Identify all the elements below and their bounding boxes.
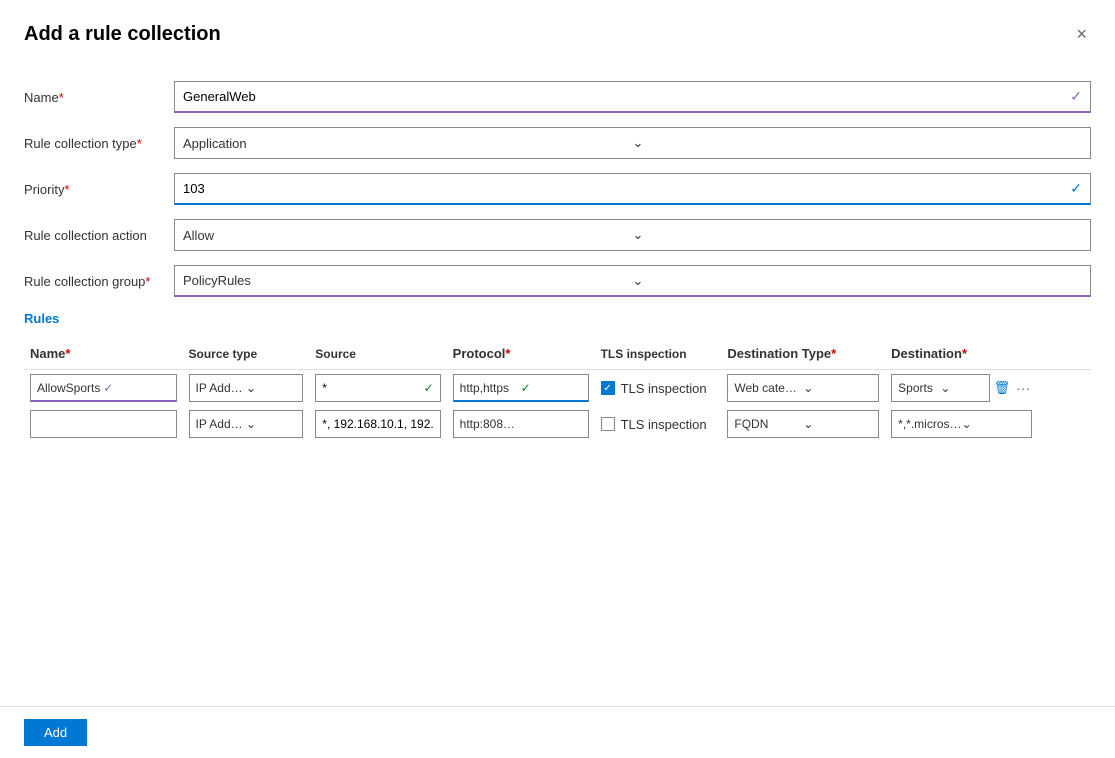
tls-inspection-cell: TLS inspection — [601, 381, 716, 396]
destination-type-dropdown[interactable]: Web categories...⌄ — [727, 374, 879, 402]
priority-input-wrapper: ✓ — [174, 173, 1091, 205]
rule-collection-type-label: Rule collection type* — [24, 136, 174, 151]
destination-type-dropdown[interactable]: FQDN⌄ — [727, 410, 879, 438]
name-check-icon: ✓ — [1070, 88, 1082, 105]
rule-collection-type-chevron: ⌄ — [633, 135, 1083, 151]
rule-collection-action-chevron: ⌄ — [633, 227, 1083, 243]
col-header-destination: Destination* — [885, 342, 1038, 370]
rule-name-chevron: ✓ — [103, 381, 169, 395]
destination-chevron: ⌄ — [962, 417, 1025, 431]
table-row: AllowSports✓IP Address⌄✓http,https✓TLS i… — [24, 370, 1091, 407]
source-input-cell: ✓ — [315, 374, 440, 402]
priority-label: Priority* — [24, 182, 174, 197]
name-label: Name* — [24, 90, 174, 105]
tls-checkbox[interactable] — [601, 381, 615, 395]
protocol-check-icon: ✓ — [521, 381, 582, 395]
tls-inspection-cell: TLS inspection — [601, 417, 716, 432]
protocol-dropdown[interactable]: http,https✓ — [453, 374, 589, 402]
source-type-dropdown[interactable]: IP Address⌄ — [189, 410, 304, 438]
rule-collection-group-chevron: ⌄ — [633, 273, 1083, 289]
tls-checkbox[interactable] — [601, 417, 615, 431]
rule-collection-group-label: Rule collection group* — [24, 274, 174, 289]
protocol-dropdown[interactable]: http:8080,https:443 — [453, 410, 589, 438]
rule-collection-action-label: Rule collection action — [24, 228, 174, 243]
source-input-cell — [315, 410, 440, 438]
dialog-title: Add a rule collection — [24, 23, 221, 46]
table-row: IP Address⌄ http:8080,https:443 TLS inspec… — [24, 406, 1091, 442]
source-input[interactable] — [322, 381, 423, 395]
destination-type-chevron: ⌄ — [803, 381, 872, 395]
destination-cell-container: *,*.microsoft.com,*...⌄ — [891, 410, 1032, 438]
delete-row-button[interactable]: 🗑 — [992, 378, 1013, 398]
destination-cell-container: Sports⌄🗑··· — [891, 374, 1032, 402]
name-input[interactable] — [183, 89, 1066, 104]
rules-section-label: Rules — [24, 311, 1091, 326]
col-header-name: Name* — [24, 342, 183, 370]
col-header-protocol: Protocol* — [447, 342, 595, 370]
col-header-source-type: Source type — [183, 342, 310, 370]
tls-label: TLS inspection — [621, 381, 707, 396]
source-check-icon: ✓ — [424, 381, 434, 395]
tls-label: TLS inspection — [621, 417, 707, 432]
source-input[interactable] — [322, 417, 433, 431]
priority-input[interactable] — [183, 181, 1066, 196]
source-type-chevron: ⌄ — [246, 381, 296, 395]
col-header-source: Source — [309, 342, 446, 370]
col-header-dest-type: Destination Type* — [721, 342, 885, 370]
source-type-chevron: ⌄ — [246, 417, 296, 431]
close-button[interactable]: × — [1072, 20, 1091, 49]
priority-check-icon: ✓ — [1070, 180, 1082, 197]
destination-dropdown[interactable]: Sports⌄ — [891, 374, 989, 402]
source-type-dropdown[interactable]: IP Address⌄ — [189, 374, 304, 402]
destination-chevron: ⌄ — [940, 381, 982, 395]
add-button[interactable]: Add — [24, 719, 87, 746]
name-input-wrapper: ✓ — [174, 81, 1091, 113]
rule-collection-group-dropdown[interactable]: PolicyRules ⌄ — [174, 265, 1091, 297]
destination-dropdown[interactable]: *,*.microsoft.com,*...⌄ — [891, 410, 1032, 438]
col-header-actions — [1038, 342, 1091, 370]
rule-name-dropdown[interactable]: AllowSports✓ — [30, 374, 177, 402]
destination-type-chevron: ⌄ — [803, 417, 872, 431]
rule-collection-type-dropdown[interactable]: Application ⌄ — [174, 127, 1091, 159]
rule-name-dropdown[interactable] — [30, 410, 177, 438]
col-header-tls: TLS inspection — [595, 342, 722, 370]
rule-collection-action-dropdown[interactable]: Allow ⌄ — [174, 219, 1091, 251]
more-options-button[interactable]: ··· — [1014, 378, 1032, 398]
